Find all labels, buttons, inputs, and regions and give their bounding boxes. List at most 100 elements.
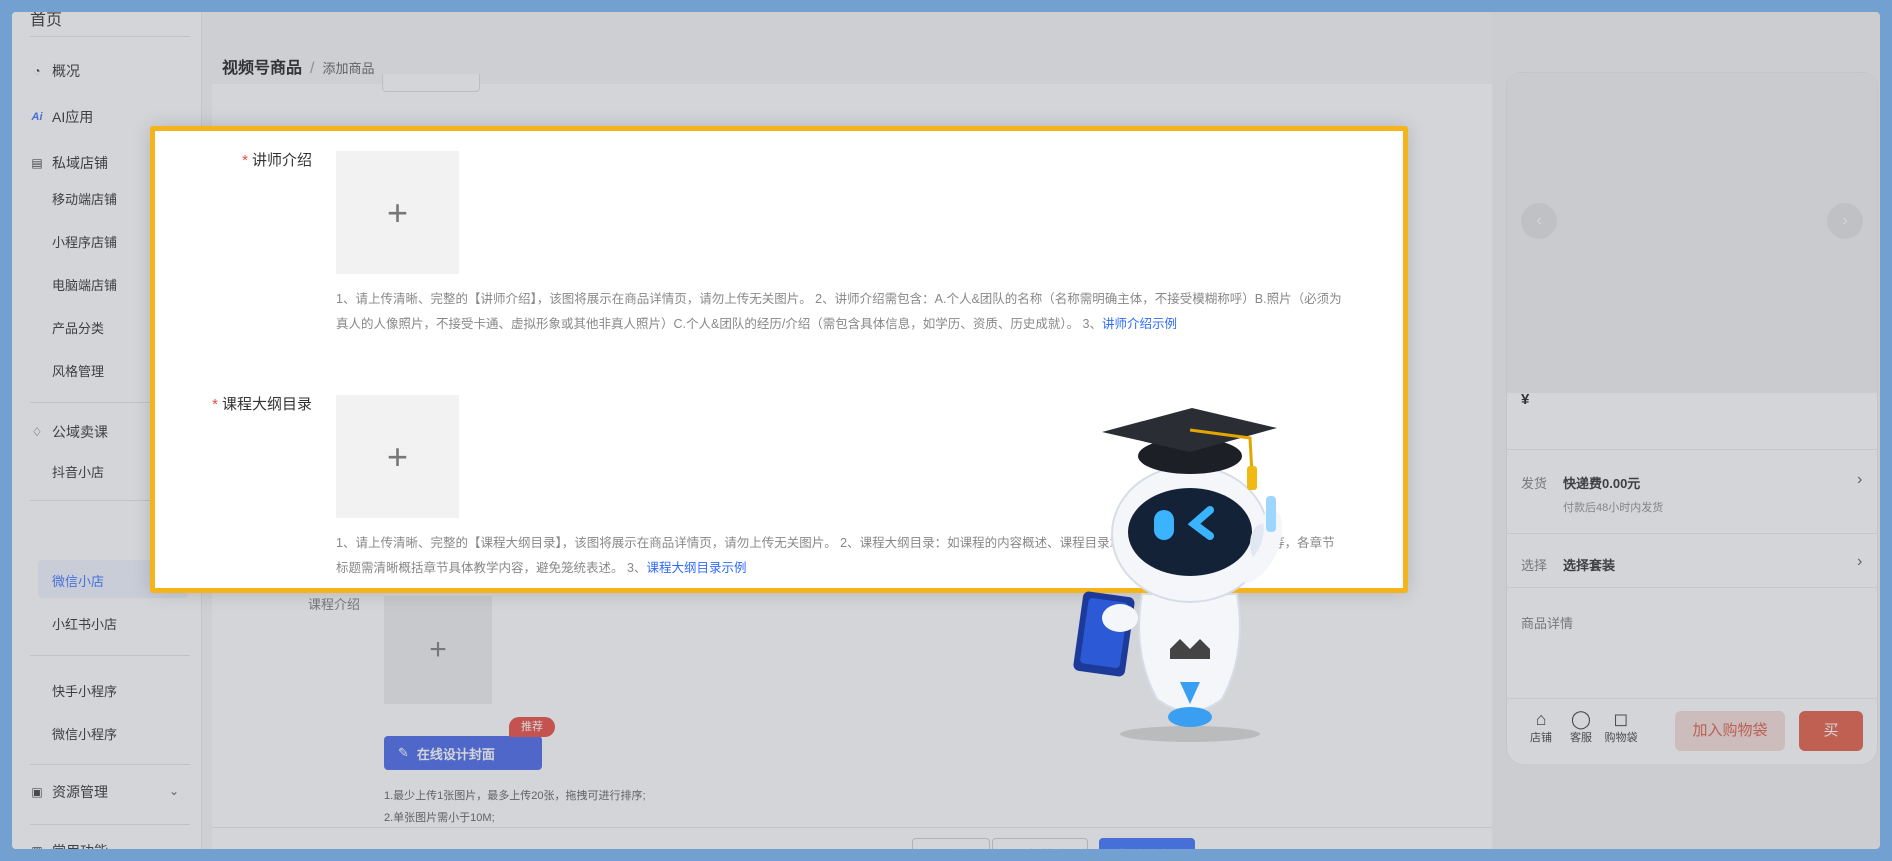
- footer-bar: [212, 827, 1492, 849]
- sidebar-home[interactable]: 首页: [30, 12, 62, 30]
- divider: [1507, 533, 1877, 534]
- service-shortcut[interactable]: ◯ 客服: [1563, 709, 1599, 745]
- location-icon: ♢: [31, 425, 43, 439]
- sidebar-item-ai[interactable]: Ai AI应用: [30, 107, 94, 127]
- select-label: 选择: [1521, 558, 1548, 573]
- submit-review-button[interactable]: 提交审核: [1099, 838, 1195, 849]
- chevron-right-icon[interactable]: ›: [1857, 471, 1862, 489]
- chevron-right-icon[interactable]: ›: [1857, 553, 1862, 571]
- course-intro-label: 课程介绍: [308, 597, 361, 612]
- sidebar-item-label: 常用功能: [52, 841, 108, 849]
- buy-button[interactable]: 买: [1799, 711, 1863, 751]
- sidebar-item-miniprogram-store[interactable]: 小程序店铺: [52, 232, 117, 251]
- breadcrumb: 视频号商品 / 添加商品: [222, 54, 374, 78]
- design-cover-label: 在线设计封面: [416, 746, 495, 762]
- instructor-label: * 讲师介绍: [175, 149, 312, 170]
- sidebar-item-product-category[interactable]: 产品分类: [52, 318, 104, 337]
- phone-preview: ‹ › ¥ 发货 快递费0.00元 付款后48小时内发货 › 选择 选择套装 ›…: [1506, 72, 1878, 764]
- store-shortcut-label: 店铺: [1530, 732, 1552, 744]
- syllabus-example-link[interactable]: 课程大纲目录示例: [646, 561, 746, 575]
- mascot-base: [1168, 707, 1212, 727]
- resource-icon: ▣: [31, 785, 43, 799]
- service-shortcut-label: 客服: [1570, 732, 1592, 744]
- robot-mascot-illustration: [1073, 408, 1282, 742]
- breadcrumb-separator: /: [310, 60, 315, 77]
- sidebar-item-wechat-store[interactable]: 微信小店: [52, 571, 104, 590]
- save-draft-button[interactable]: 保存草稿: [992, 838, 1088, 849]
- upload-tip-line: 1.最少上传1张图片，最多上传20张，拖拽可进行排序;: [384, 790, 646, 802]
- syllabus-label-text: 课程大纲目录: [221, 396, 312, 413]
- sidebar-item-label: 概况: [52, 63, 80, 79]
- divider: [1507, 449, 1877, 450]
- sidebar-item-douyin-store[interactable]: 抖音小店: [52, 462, 104, 481]
- sidebar-item-public-course[interactable]: ♢ 公域卖课: [30, 422, 108, 442]
- divider: [1507, 587, 1877, 588]
- plus-icon: +: [386, 436, 409, 477]
- sidebar-item-style-manage[interactable]: 风格管理: [52, 361, 104, 380]
- bag-icon: ◻: [1613, 709, 1629, 729]
- sidebar-item-label: AI应用: [52, 109, 94, 125]
- sidebar-divider: [30, 36, 190, 37]
- instructor-upload[interactable]: +: [336, 151, 459, 274]
- bag-shortcut-label: 购物袋: [1604, 732, 1638, 744]
- syllabus-upload[interactable]: +: [336, 395, 459, 518]
- bag-shortcut[interactable]: ◻ 购物袋: [1603, 709, 1639, 745]
- sidebar-item-label: 公域卖课: [52, 424, 108, 440]
- sidebar-item-overview[interactable]: ◔ 概况: [30, 61, 80, 81]
- form-field-stub[interactable]: [382, 74, 480, 92]
- shipping-sub: 付款后48小时内发货: [1563, 502, 1664, 514]
- required-mark: *: [212, 396, 218, 413]
- sidebar-item-pc-store[interactable]: 电脑端店铺: [52, 275, 117, 294]
- instructor-tip-text: 1、请上传清晰、完整的【讲师介绍】，该图将展示在商品详情页，请勿上传无关图片。 …: [336, 292, 1342, 331]
- store-shortcut[interactable]: ⌂ 店铺: [1523, 709, 1559, 745]
- chevron-left-icon[interactable]: ‹: [1521, 203, 1557, 239]
- instructor-tip: 1、请上传清晰、完整的【讲师介绍】，该图将展示在商品详情页，请勿上传无关图片。 …: [336, 287, 1346, 337]
- grid-icon: ▦: [30, 844, 44, 849]
- select-value[interactable]: 选择套装: [1563, 555, 1615, 574]
- syllabus-label: * 课程大纲目录: [175, 393, 312, 414]
- sidebar-divider: [30, 824, 190, 825]
- sidebar-divider: [30, 764, 190, 765]
- chevron-down-icon[interactable]: ⌄: [169, 784, 179, 798]
- price: ¥: [1521, 391, 1530, 408]
- sidebar-item-label: 资源管理: [52, 784, 108, 800]
- sidebar-item-label: 私域店铺: [52, 155, 108, 171]
- sidebar-item-common-functions[interactable]: ▦ 常用功能: [30, 841, 108, 849]
- design-cover-button[interactable]: ✎ 在线设计封面: [384, 736, 542, 770]
- ai-icon: Ai: [31, 111, 43, 123]
- add-to-cart-button[interactable]: 加入购物袋: [1675, 711, 1785, 751]
- mascot-pen: [1266, 496, 1276, 532]
- store-icon: ▤: [31, 156, 43, 170]
- sidebar-item-private-store[interactable]: ▤ 私域店铺: [30, 153, 108, 173]
- recommend-badge: 推荐: [509, 717, 555, 737]
- sidebar-item-resource-manage[interactable]: ▣ 资源管理: [30, 782, 108, 802]
- clock-icon: ◔: [33, 64, 41, 78]
- required-mark: *: [242, 152, 248, 169]
- sidebar-divider: [30, 655, 190, 656]
- sidebar-item-kuaishou-miniprogram[interactable]: 快手小程序: [52, 681, 117, 700]
- home-icon: ⌂: [1535, 709, 1547, 729]
- mascot-shadow: [1120, 726, 1260, 742]
- shipping-value: 快递费0.00元: [1563, 476, 1641, 491]
- mascot-face-screen: [1128, 488, 1252, 576]
- chat-icon: ◯: [1570, 709, 1592, 729]
- instructor-example-link[interactable]: 讲师介绍示例: [1102, 317, 1177, 331]
- cancel-button[interactable]: 取消: [912, 838, 990, 849]
- detail-label: 商品详情: [1521, 616, 1574, 631]
- pencil-ruler-icon: ✎: [398, 745, 409, 760]
- shipping-label: 发货: [1521, 476, 1548, 491]
- sidebar-item-wechat-miniprogram[interactable]: 微信小程序: [52, 724, 117, 743]
- upload-tip-line: 2.单张图片需小于10M;: [384, 812, 495, 824]
- course-intro-upload[interactable]: +: [384, 596, 492, 704]
- instructor-label-text: 讲师介绍: [251, 152, 312, 169]
- chevron-right-icon[interactable]: ›: [1827, 203, 1863, 239]
- product-image-area: [1507, 73, 1877, 393]
- breadcrumb-root[interactable]: 视频号商品: [222, 60, 302, 77]
- sidebar-item-mobile-store[interactable]: 移动端店铺: [52, 189, 117, 208]
- breadcrumb-current: 添加商品: [322, 61, 375, 76]
- sidebar-item-xiaohongshu-store[interactable]: 小红书小店: [52, 614, 117, 633]
- mascot-tassel: [1247, 466, 1257, 490]
- plus-icon: +: [386, 192, 409, 233]
- plus-icon: +: [429, 633, 447, 666]
- mascot-eye-left: [1154, 510, 1174, 540]
